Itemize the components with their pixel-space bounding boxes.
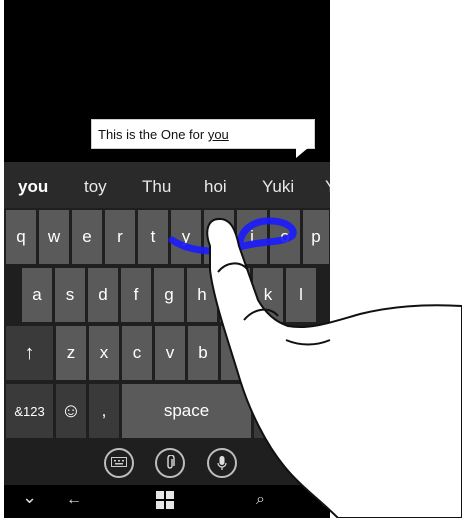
key-e[interactable]: e xyxy=(72,210,102,264)
bubble-tail xyxy=(296,148,308,158)
key-q[interactable]: q xyxy=(6,210,36,264)
key-m[interactable]: m xyxy=(254,326,284,380)
key-i[interactable]: i xyxy=(237,210,267,264)
current-word: you xyxy=(207,127,229,142)
suggestion-item[interactable]: toy xyxy=(84,177,107,197)
key-y[interactable]: y xyxy=(171,210,201,264)
key-w[interactable]: w xyxy=(39,210,69,264)
attach-button[interactable] xyxy=(155,448,185,478)
key-l[interactable]: l xyxy=(286,268,316,322)
key-x[interactable]: x xyxy=(89,326,119,380)
keyboard-toolbar xyxy=(4,444,330,485)
numbers-key[interactable]: &123 xyxy=(6,384,53,438)
key-s[interactable]: s xyxy=(55,268,85,322)
key-f[interactable]: f xyxy=(121,268,151,322)
comma-key[interactable]: , xyxy=(89,384,119,438)
backspace-key[interactable] xyxy=(287,326,329,380)
key-o[interactable]: o xyxy=(270,210,300,264)
key-r[interactable]: r xyxy=(105,210,135,264)
key-v[interactable]: v xyxy=(155,326,185,380)
start-button[interactable] xyxy=(156,491,174,514)
key-k[interactable]: k xyxy=(253,268,283,322)
key-c[interactable]: c xyxy=(122,326,152,380)
suggestion-item[interactable]: Thu xyxy=(142,177,171,197)
shift-arrow-icon: ↑ xyxy=(24,341,35,364)
keyboard-icon xyxy=(111,457,127,467)
emoji-icon: ☺ xyxy=(60,399,82,422)
attach-icon xyxy=(167,455,175,469)
search-icon[interactable]: ⌕ xyxy=(256,491,265,509)
text-input-value: This is the One for you xyxy=(98,127,229,142)
navigation-bar: ⌄ ← ⌕ xyxy=(4,485,330,518)
key-a[interactable]: a xyxy=(22,268,52,322)
key-u[interactable]: u xyxy=(204,210,234,264)
enter-key[interactable] xyxy=(287,384,329,438)
suggestion-bar: you toy Thu hoi Yuki Y xyxy=(4,162,330,208)
key-z[interactable]: z xyxy=(56,326,86,380)
text-input-bubble[interactable]: This is the One for you xyxy=(91,119,315,149)
key-h[interactable]: h xyxy=(187,268,217,322)
microphone-icon xyxy=(217,456,227,470)
suggestion-item[interactable]: hoi xyxy=(204,177,227,197)
emoji-key[interactable]: ☺ xyxy=(56,384,86,438)
dictation-button[interactable] xyxy=(207,448,237,478)
keyboard-switch-button[interactable] xyxy=(104,448,134,478)
back-icon[interactable]: ← xyxy=(66,491,82,509)
suggestion-item[interactable]: Y xyxy=(325,177,330,197)
key-p[interactable]: p xyxy=(303,210,329,264)
suggestion-item[interactable]: you xyxy=(18,177,48,197)
space-bar[interactable]: space xyxy=(122,384,251,438)
phone-screen: This is the One for you you toy Thu hoi … xyxy=(4,0,330,518)
key-d[interactable]: d xyxy=(88,268,118,322)
hide-keyboard-icon[interactable]: ⌄ xyxy=(22,487,37,508)
key-t[interactable]: t xyxy=(138,210,168,264)
period-key[interactable] xyxy=(254,384,284,438)
shift-key[interactable]: ↑ xyxy=(6,326,53,380)
key-n[interactable]: n xyxy=(221,326,251,380)
keyboard: q w e r t y u i o p a s d f g h j k l ↑ … xyxy=(4,208,330,444)
key-j[interactable]: j xyxy=(220,268,250,322)
key-g[interactable]: g xyxy=(154,268,184,322)
windows-logo-icon xyxy=(156,491,174,509)
key-b[interactable]: b xyxy=(188,326,218,380)
suggestion-item[interactable]: Yuki xyxy=(262,177,294,197)
